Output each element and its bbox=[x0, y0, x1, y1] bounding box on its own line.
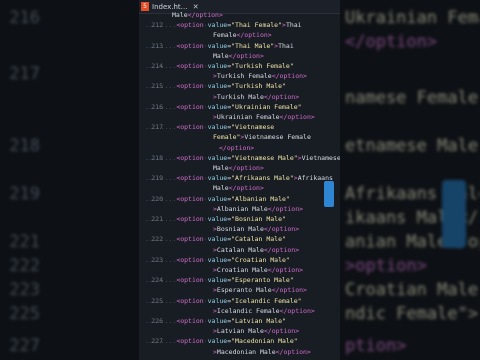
bg-line-number: 217 bbox=[9, 64, 40, 84]
option-tag-line: ........<option·value="Esperanto Male" bbox=[145, 276, 294, 285]
option-close-line: </option> bbox=[219, 143, 255, 152]
option-tag-line: ........<option·value="Icelandic Female" bbox=[145, 296, 302, 305]
bg-line-number: 227 bbox=[9, 336, 40, 356]
option-tag-line: ........<option·value="Latvian Male" bbox=[145, 317, 286, 325]
option-text-line: >Bosnian Male</option> bbox=[213, 225, 300, 234]
option-tag-line: ........<option·value="Macedonian Male" bbox=[145, 337, 298, 346]
option-tag-line: ........<option·value="Albanian Male" bbox=[145, 194, 290, 203]
option-text-line: Male</option> bbox=[213, 164, 264, 172]
option-text-line: Female">Vietnamese Female bbox=[213, 133, 311, 142]
option-text-line: >Icelandic Female</option> bbox=[213, 306, 315, 315]
close-icon[interactable]: ✕ bbox=[193, 3, 199, 11]
option-text-line: Male</option> bbox=[213, 184, 264, 193]
tab-bar: 5 Index.ht… ✕ bbox=[139, 0, 340, 14]
option-text-line: >Turkish Male</option> bbox=[213, 92, 300, 101]
editor-panel: 5 Index.ht… ✕ Male</option> 212 ........<… bbox=[139, 0, 340, 360]
option-tag-line: ........<option·value="Turkish Male" bbox=[145, 82, 286, 91]
option-tag-line: ........<option·value="Vietnamese bbox=[145, 123, 275, 132]
bg-line-number: 218 bbox=[9, 136, 40, 156]
option-tag-line: ........<option·value="Bosnian Male" bbox=[145, 215, 286, 223]
scrollbar-thumb[interactable] bbox=[324, 181, 334, 207]
bg-line-number: 216 bbox=[9, 8, 40, 28]
option-text-line: >Ukrainian Female</option> bbox=[213, 113, 315, 121]
option-tag-line: ........<option·value="Turkish Female" bbox=[145, 62, 294, 70]
bg-code: ption> bbox=[345, 336, 407, 356]
option-tag-line: ........<option·value="Afrikaans Male">A… bbox=[145, 174, 333, 183]
bg-code: etnamese Male" bbox=[345, 136, 480, 156]
tab-label: Index.ht… bbox=[152, 2, 188, 11]
option-text-line: >Esperanto Male</option> bbox=[213, 286, 307, 295]
option-text-line: >Catalan Male</option> bbox=[213, 245, 300, 254]
bg-line-number: 221 bbox=[9, 232, 40, 252]
bg-code: Croatian Male" bbox=[345, 280, 480, 300]
bg-code: Ukrainian Female"> bbox=[345, 8, 480, 28]
bg-code: namese Female bbox=[345, 88, 479, 108]
bg-code: >option> bbox=[345, 256, 427, 276]
option-tag-line: ........<option·value="Vietnamese Male">… bbox=[145, 153, 340, 162]
bg-line-number: 223 bbox=[9, 280, 40, 300]
option-text-line: >Croatian Male</option> bbox=[213, 266, 304, 274]
option-text-line: Male</option> bbox=[213, 51, 264, 60]
option-text-line: >Macedonian Male</option> bbox=[213, 347, 311, 356]
option-text-line: >Albanian Male</option> bbox=[213, 204, 304, 213]
code-area[interactable]: Male</option> 212 ........<option·value="… bbox=[139, 11, 340, 360]
option-tag-line: ........<option·value="Thai Female">Thai bbox=[145, 21, 302, 30]
code-line: Male</option> bbox=[172, 11, 223, 19]
bg-line-number: 222 bbox=[9, 256, 40, 276]
option-text-line: Female</option> bbox=[213, 31, 272, 40]
bg-line-number: 225 bbox=[9, 304, 40, 324]
option-text-line: >Turkish Female</option> bbox=[213, 72, 307, 81]
html5-icon: 5 bbox=[141, 2, 149, 11]
option-tag-line: ........<option·value="Croatian Male" bbox=[145, 255, 290, 264]
option-tag-line: ........<option·value="Catalan Male" bbox=[145, 235, 286, 244]
bg-code: ndic Female"> bbox=[345, 304, 479, 324]
bg-line-number: 219 bbox=[9, 184, 40, 204]
bg-code: </option> bbox=[345, 32, 438, 52]
option-tag-line: ........<option·value="Thai Male">Thai bbox=[145, 41, 294, 50]
bg-scrollbar bbox=[442, 180, 466, 248]
option-tag-line: ........<option·value="Ukrainian Female" bbox=[145, 102, 302, 111]
option-text-line: >Latvian Male</option> bbox=[213, 327, 300, 336]
